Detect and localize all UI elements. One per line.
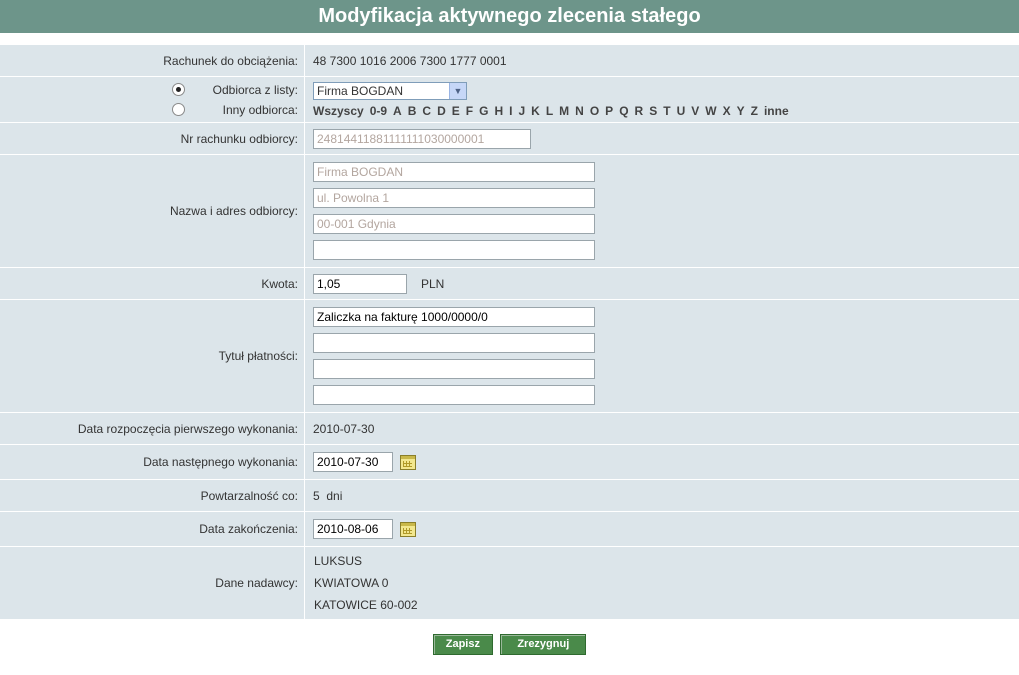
end-date-input[interactable]	[313, 519, 393, 539]
recipient-other-radio[interactable]	[172, 103, 185, 116]
filter-letter-link[interactable]: J	[518, 104, 525, 118]
chevron-down-icon[interactable]: ▼	[449, 82, 466, 99]
filter-letter-link[interactable]: M	[559, 104, 569, 118]
sender-label: Dane nadawcy:	[215, 576, 298, 590]
form-actions: Zapisz Zrezygnuj	[0, 634, 1019, 655]
recipient-other-label: Inny odbiorca:	[222, 102, 298, 117]
payment-title-line-4[interactable]	[313, 385, 595, 405]
row-first-exec: Data rozpoczęcia pierwszego wykonania: 2…	[0, 413, 1019, 445]
filter-other-link[interactable]: inne	[764, 104, 789, 118]
filter-all-link[interactable]: Wszyscy	[313, 104, 364, 118]
frequency-label: Powtarzalność co:	[200, 488, 298, 503]
filter-letter-link[interactable]: U	[677, 104, 686, 118]
filter-letter-link[interactable]: I	[509, 104, 512, 118]
filter-letter-link[interactable]: X	[723, 104, 731, 118]
sender-line-1: LUKSUS	[314, 554, 363, 568]
currency-label: PLN	[421, 276, 445, 291]
payment-title-line-2[interactable]	[313, 333, 595, 353]
payment-title-line-3[interactable]	[313, 359, 595, 379]
filter-letter-link[interactable]: E	[452, 104, 460, 118]
filter-letter-link[interactable]: V	[691, 104, 699, 118]
frequency-value: 5 dni	[313, 488, 343, 503]
recipient-name-line-1[interactable]	[313, 162, 595, 182]
filter-letter-link[interactable]: F	[466, 104, 473, 118]
filter-letter-link[interactable]: H	[494, 104, 503, 118]
cancel-button[interactable]: Zrezygnuj	[500, 634, 587, 655]
filter-letter-link[interactable]: G	[479, 104, 488, 118]
account-label: Rachunek do obciążenia:	[163, 53, 298, 68]
filter-letter-link[interactable]: B	[408, 104, 417, 118]
save-button[interactable]: Zapisz	[432, 634, 493, 655]
recipient-name-line-4[interactable]	[313, 240, 595, 260]
filter-letter-link[interactable]: P	[605, 104, 613, 118]
next-exec-label: Data następnego wykonania:	[143, 455, 298, 469]
filter-letter-link[interactable]: Z	[751, 104, 758, 118]
payment-title-line-1[interactable]	[313, 307, 595, 327]
recipient-account-input[interactable]	[313, 128, 531, 149]
filter-letter-link[interactable]: T	[663, 104, 670, 118]
row-payment-title: Tytuł płatności:	[0, 300, 1019, 413]
row-amount: Kwota: PLN	[0, 268, 1019, 300]
filter-letter-link[interactable]: O	[590, 104, 599, 118]
recipient-from-list-label: Odbiorca z listy:	[212, 82, 298, 97]
filter-letter-link[interactable]: Q	[619, 104, 628, 118]
recipient-name-label: Nazwa i adres odbiorcy:	[169, 204, 298, 218]
amount-input[interactable]	[313, 273, 407, 294]
payment-title-label: Tytuł płatności:	[218, 349, 298, 363]
row-recipient: Odbiorca z listy: Inny odbiorca: Firma B…	[0, 77, 1019, 123]
row-frequency: Powtarzalność co: 5 dni	[0, 480, 1019, 512]
standing-order-form: Rachunek do obciążenia: 48 7300 1016 200…	[0, 45, 1019, 620]
page-title: Modyfikacja aktywnego zlecenia stałego	[0, 0, 1019, 33]
filter-letter-link[interactable]: K	[531, 104, 540, 118]
filter-letter-link[interactable]: Y	[737, 104, 745, 118]
filter-letter-link[interactable]: L	[546, 104, 553, 118]
recipient-letter-filter: Wszyscy 0-9 A B C D E F G H I J K L M N O P Q R S T U V W X Y Zinne	[313, 104, 1019, 118]
filter-letter-link[interactable]: A	[393, 104, 402, 118]
recipient-from-list-radio[interactable]	[172, 83, 185, 96]
sender-line-2: KWIATOWA 0	[314, 576, 389, 590]
filter-letter-link[interactable]: C	[422, 104, 431, 118]
recipient-select[interactable]: Firma BOGDAN ▼	[313, 81, 467, 100]
filter-letter-link[interactable]: N	[575, 104, 584, 118]
end-date-label: Data zakończenia:	[199, 522, 298, 536]
row-end-date: Data zakończenia:	[0, 512, 1019, 547]
filter-letter-link[interactable]: D	[437, 104, 446, 118]
filter-letter-link[interactable]: R	[635, 104, 644, 118]
row-next-exec: Data następnego wykonania:	[0, 445, 1019, 480]
recipient-name-line-2[interactable]	[313, 188, 595, 208]
recipient-select-value: Firma BOGDAN	[317, 83, 404, 98]
first-exec-value: 2010-07-30	[313, 421, 375, 436]
amount-label: Kwota:	[261, 276, 298, 291]
recipient-name-line-3[interactable]	[313, 214, 595, 234]
calendar-icon[interactable]	[400, 521, 416, 537]
account-value: 48 7300 1016 2006 7300 1777 0001	[313, 53, 507, 68]
recipient-account-label: Nr rachunku odbiorcy:	[180, 131, 298, 146]
row-account: Rachunek do obciążenia: 48 7300 1016 200…	[0, 45, 1019, 77]
row-sender: Dane nadawcy: LUKSUS KWIATOWA 0 KATOWICE…	[0, 547, 1019, 620]
row-recipient-account: Nr rachunku odbiorcy:	[0, 123, 1019, 155]
row-recipient-name: Nazwa i adres odbiorcy:	[0, 155, 1019, 268]
filter-digits-link[interactable]: 0-9	[370, 104, 387, 118]
calendar-icon[interactable]	[400, 454, 416, 470]
first-exec-label: Data rozpoczęcia pierwszego wykonania:	[77, 421, 298, 436]
filter-letter-link[interactable]: W	[705, 104, 716, 118]
next-exec-input[interactable]	[313, 452, 393, 472]
sender-line-3: KATOWICE 60-002	[314, 598, 418, 612]
filter-letter-link[interactable]: S	[649, 104, 657, 118]
